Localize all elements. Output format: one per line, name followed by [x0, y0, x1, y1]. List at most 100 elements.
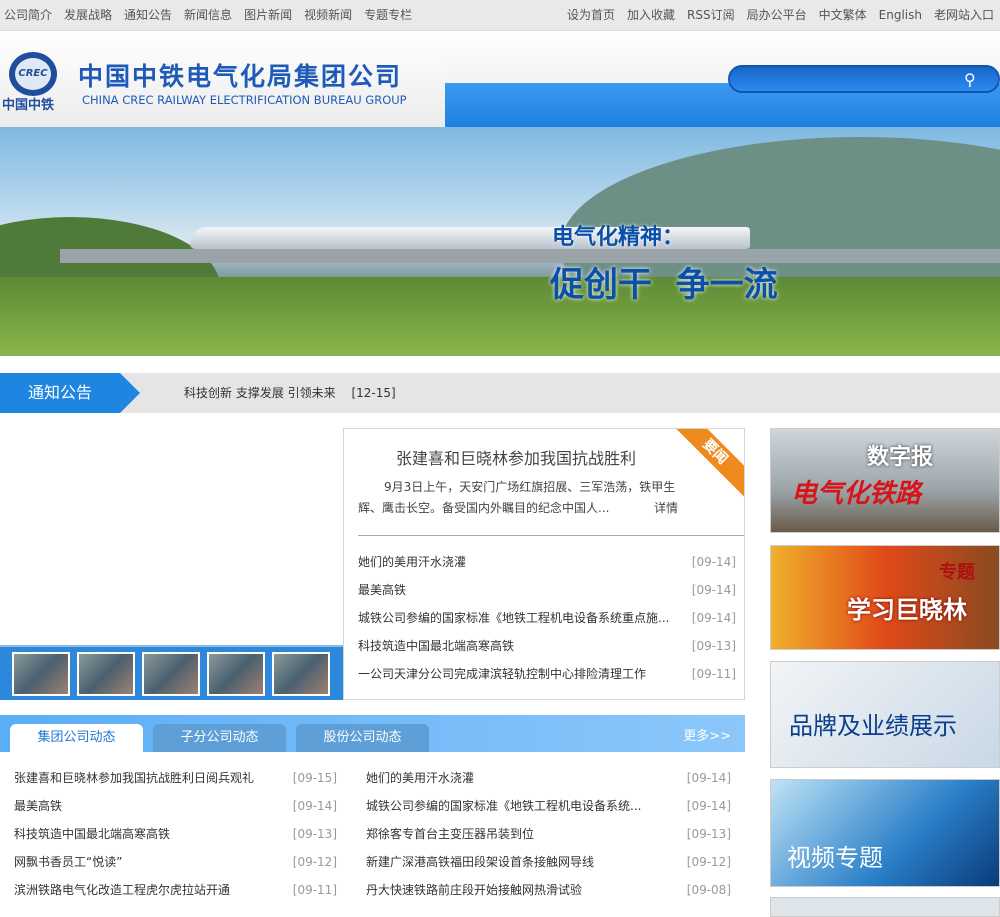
featured-title[interactable]: 张建喜和巨晓林参加我国抗战胜利	[396, 445, 636, 469]
news-title[interactable]: 她们的美用汗水浇灌	[366, 764, 474, 792]
tile-label: 专题	[939, 562, 975, 583]
news-title[interactable]: 她们的美用汗水浇灌	[358, 548, 466, 576]
logo-name-en: CHINA CREC RAILWAY ELECTRIFICATION BUREA…	[82, 93, 407, 107]
news-title[interactable]: 新建广深港高铁福田段架设首条接触网导线	[366, 848, 594, 876]
news-title[interactable]: 城铁公司参编的国家标准《地铁工程机电设备系统...	[366, 792, 641, 820]
list-item[interactable]: 一公司天津分公司完成津滨轻轨控制中心排险清理工作 [09-11]	[358, 660, 736, 688]
news-date: [09-11]	[691, 667, 736, 681]
banner-slogan-title: 电气化精神：	[552, 225, 685, 250]
list-item[interactable]: 滨洲铁路电气化改造工程虎尔虎拉站开通 [09-11]	[14, 876, 337, 904]
list-item[interactable]: 她们的美用汗水浇灌 [09-14]	[366, 764, 731, 792]
list-item[interactable]: 张建喜和巨晓林参加我国抗战胜利日阅兵观礼 [09-15]	[14, 764, 337, 792]
thumbnail[interactable]	[77, 652, 135, 696]
tab-shareholding-news[interactable]: 股份公司动态	[296, 724, 429, 752]
list-item[interactable]: 最美高铁 [09-14]	[14, 792, 337, 820]
top-nav-bar: 公司简介 发展战略 通知公告 新闻信息 图片新闻 视频新闻 专题专栏 设为首页 …	[0, 0, 1000, 31]
news-date: [09-14]	[691, 583, 736, 597]
tile-title: 品牌及业绩展示	[789, 712, 957, 740]
list-item[interactable]: 城铁公司参编的国家标准《地铁工程机电设备系统重点施... [09-14]	[358, 604, 736, 632]
notice-item[interactable]: 科技创新 支撑发展 引领未来 [12-15]	[184, 373, 396, 413]
english-link[interactable]: English	[879, 0, 922, 31]
logo[interactable]: CREC 中国中铁 中国中铁电气化局集团公司 CHINA CREC RAILWA…	[0, 31, 445, 127]
nav-news[interactable]: 新闻信息	[184, 0, 232, 31]
office-platform-link[interactable]: 局办公平台	[747, 0, 807, 31]
nav-notices[interactable]: 通知公告	[124, 0, 172, 31]
traditional-chinese-link[interactable]: 中文繁体	[819, 0, 867, 31]
list-item[interactable]: 科技筑造中国最北端高寒高铁 [09-13]	[14, 820, 337, 848]
tile-title: 电气化铁路	[791, 479, 922, 509]
news-date: [09-13]	[691, 639, 736, 653]
more-link[interactable]: 更多>>	[683, 725, 731, 744]
news-date: [09-13]	[686, 827, 731, 841]
tile-label: 数字报	[867, 445, 934, 470]
notice-bar: 通知公告 科技创新 支撑发展 引领未来 [12-15]	[0, 373, 1000, 413]
list-item[interactable]: 最美高铁 [09-14]	[358, 576, 736, 604]
news-title[interactable]: 最美高铁	[358, 576, 406, 604]
news-title[interactable]: 丹大快速铁路前庄段开始接触网热滑试验	[366, 876, 582, 904]
news-date: [09-11]	[292, 883, 337, 897]
featured-news-list: 她们的美用汗水浇灌 [09-14] 最美高铁 [09-14] 城铁公司参编的国家标准…	[358, 548, 736, 688]
news-tabs: 集团公司动态 子分公司动态 股份公司动态 更多>>	[0, 715, 745, 752]
news-title[interactable]: 滨洲铁路电气化改造工程虎尔虎拉站开通	[14, 876, 230, 904]
news-title[interactable]: 张建喜和巨晓林参加我国抗战胜利日阅兵观礼	[14, 764, 254, 792]
learn-juxiaolin-banner[interactable]: 专题 学习巨晓林	[770, 545, 1000, 650]
top-nav-left: 公司简介 发展战略 通知公告 新闻信息 图片新闻 视频新闻 专题专栏	[4, 0, 412, 31]
nav-video-news[interactable]: 视频新闻	[304, 0, 352, 31]
logo-emblem-text: 中国中铁	[2, 98, 55, 113]
news-title[interactable]: 科技筑造中国最北端高寒高铁	[14, 820, 170, 848]
news-title[interactable]: 郑徐客专首台主变压器吊装到位	[366, 820, 534, 848]
list-item[interactable]: 科技筑造中国最北端高寒高铁 [09-13]	[358, 632, 736, 660]
old-site-link[interactable]: 老网站入口	[934, 0, 994, 31]
list-item[interactable]: 丹大快速铁路前庄段开始接触网热滑试验 [09-08]	[366, 876, 731, 904]
news-date: [09-14]	[292, 799, 337, 813]
list-item[interactable]: 城铁公司参编的国家标准《地铁工程机电设备系统... [09-14]	[366, 792, 731, 820]
video-special-banner[interactable]: 视频专题	[770, 779, 1000, 887]
list-item[interactable]: 她们的美用汗水浇灌 [09-14]	[358, 548, 736, 576]
news-title[interactable]: 最美高铁	[14, 792, 62, 820]
list-item[interactable]: 郑徐客专首台主变压器吊装到位 [09-13]	[366, 820, 731, 848]
nav-company-intro[interactable]: 公司简介	[4, 0, 52, 31]
news-date: [09-12]	[686, 855, 731, 869]
news-date: [09-13]	[292, 827, 337, 841]
nav-strategy[interactable]: 发展战略	[64, 0, 112, 31]
notice-title[interactable]: 科技创新 支撑发展 引领未来	[184, 386, 336, 400]
search-input[interactable]	[742, 70, 962, 88]
news-title[interactable]: 科技筑造中国最北端高寒高铁	[358, 632, 514, 660]
set-homepage-link[interactable]: 设为首页	[567, 0, 615, 31]
search-box: ⚲	[728, 65, 1000, 93]
tab-subsidiary-news[interactable]: 子分公司动态	[153, 724, 286, 752]
thumbnail[interactable]	[142, 652, 200, 696]
nav-photo-news[interactable]: 图片新闻	[244, 0, 292, 31]
nav-special-topics[interactable]: 专题专栏	[364, 0, 412, 31]
logo-name-cn: 中国中铁电气化局集团公司	[78, 62, 403, 91]
thumbnail[interactable]	[272, 652, 330, 696]
thumbnail[interactable]	[12, 652, 70, 696]
rss-link[interactable]: RSS订阅	[687, 0, 735, 31]
news-title[interactable]: 网飘书香员工“悦读”	[14, 848, 122, 876]
notice-label: 通知公告	[0, 373, 140, 413]
news-date: [09-15]	[292, 771, 337, 785]
thumbnail[interactable]	[207, 652, 265, 696]
group-news-list-right: 她们的美用汗水浇灌 [09-14] 城铁公司参编的国家标准《地铁工程机电设备系统.…	[366, 764, 731, 904]
add-favorite-link[interactable]: 加入收藏	[627, 0, 675, 31]
divider	[358, 535, 744, 536]
header: CREC 中国中铁 中国中铁电气化局集团公司 CHINA CREC RAILWA…	[0, 31, 1000, 127]
notice-date: [12-15]	[351, 386, 396, 400]
tab-group-news[interactable]: 集团公司动态	[10, 724, 143, 752]
news-title[interactable]: 一公司天津分公司完成津滨轻轨控制中心排险清理工作	[358, 660, 646, 688]
news-date: [09-14]	[691, 555, 736, 569]
banner-slogan: 促创干 争一流	[550, 265, 778, 305]
sidebar-banner[interactable]	[770, 897, 1000, 917]
news-date: [09-08]	[686, 883, 731, 897]
search-icon[interactable]: ⚲	[964, 70, 986, 90]
tile-title: 视频专题	[787, 844, 883, 872]
list-item[interactable]: 网飘书香员工“悦读” [09-12]	[14, 848, 337, 876]
brand-performance-banner[interactable]: 品牌及业绩展示	[770, 661, 1000, 768]
tile-title: 学习巨晓林	[847, 596, 967, 624]
news-title[interactable]: 城铁公司参编的国家标准《地铁工程机电设备系统重点施...	[358, 604, 669, 632]
news-date: [09-14]	[686, 799, 731, 813]
digital-newspaper-banner[interactable]: 数字报 电气化铁路	[770, 428, 1000, 533]
group-news-list-left: 张建喜和巨晓林参加我国抗战胜利日阅兵观礼 [09-15] 最美高铁 [09-14] …	[14, 764, 337, 904]
featured-details-link[interactable]: 详情	[654, 499, 678, 516]
list-item[interactable]: 新建广深港高铁福田段架设首条接触网导线 [09-12]	[366, 848, 731, 876]
